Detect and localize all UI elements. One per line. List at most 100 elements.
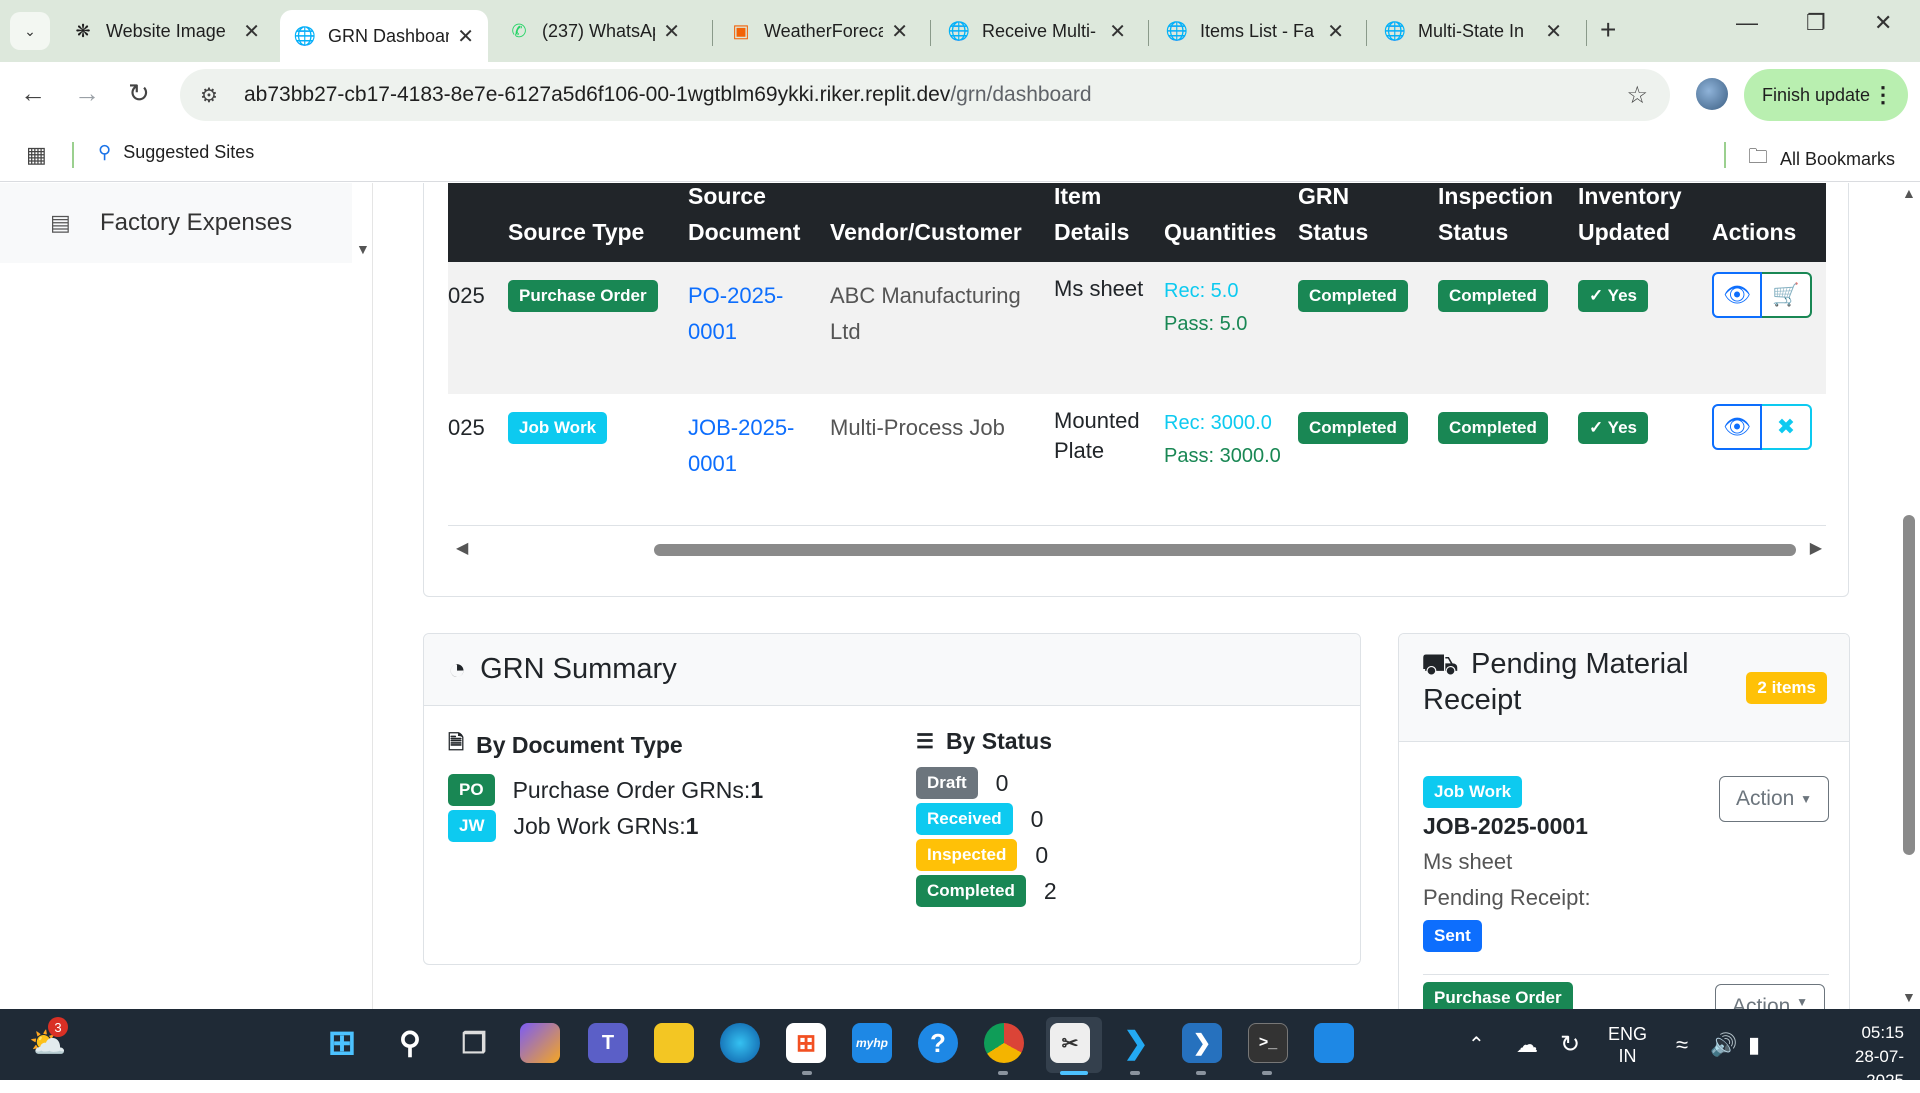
scrollbar-thumb[interactable] [1903,515,1915,855]
close-tab-icon[interactable]: ✕ [243,19,260,44]
tab-weather-forecast[interactable]: ▣ WeatherForecast ✕ [716,10,922,52]
myhp-icon[interactable]: myhp [852,1023,892,1063]
source-document-link[interactable]: PO-2025- 0001 [688,278,783,350]
terminal-icon[interactable]: >_ [1248,1023,1288,1063]
pending-type-badge: Job Work [1423,776,1523,808]
snipping-tool-icon[interactable]: ✂ [1050,1023,1090,1063]
scroll-left-arrow-icon[interactable]: ◀ [456,538,468,558]
restore-icon[interactable]: ❐ [1806,10,1826,36]
teams-icon[interactable]: T [588,1023,628,1063]
tab-website-image[interactable]: ❋ Website Image ✕ [58,10,274,52]
tab-title: Items List - Fa [1200,20,1315,41]
scroll-right-arrow-icon[interactable]: ▶ [1810,538,1822,558]
item-line: Mounted [1054,408,1140,433]
wifi-icon[interactable]: ≈ [1676,1009,1688,1080]
job-work-tools-button[interactable]: ✖ [1762,404,1812,450]
passed-qty: Pass: 3000.0 [1164,445,1281,467]
summary-row: Draft 0 [916,765,1057,801]
bookmark-star-icon[interactable]: ☆ [1626,81,1648,110]
card-title: GRN Summary [480,653,677,685]
tab-search-button[interactable]: ⌄ [10,12,50,50]
close-tab-icon[interactable]: ✕ [457,24,474,49]
file-explorer-icon[interactable] [654,1023,694,1063]
all-bookmarks-label: All Bookmarks [1780,148,1896,169]
close-tab-icon[interactable]: ✕ [1327,19,1344,44]
scroll-down-arrow-icon[interactable]: ▼ [356,241,370,257]
apps-grid-icon[interactable]: ▦ [26,142,47,168]
task-view-icon[interactable]: ❒ [454,1023,494,1063]
row-actions: 👁 🛒 [1712,272,1812,318]
page-vertical-scrollbar[interactable]: ▲ ▼ [1898,183,1920,1009]
sync-icon[interactable]: ↻ [1560,1009,1580,1080]
back-arrow-icon[interactable]: ← [20,78,46,109]
action-label: Action [1735,787,1795,810]
view-button[interactable]: 👁 [1712,404,1762,450]
windows-start-icon[interactable]: ⊞ [322,1023,362,1063]
status-badge: Draft [916,767,978,799]
forward-arrow-icon[interactable]: → [74,78,100,109]
bookmark-suggested-sites[interactable]: ⚲ Suggested Sites [98,142,254,163]
get-help-icon[interactable]: ? [918,1023,958,1063]
pending-item: Purchase Order [1423,982,1573,1009]
close-window-icon[interactable]: ✕ [1874,10,1892,36]
new-tab-icon[interactable]: + [1600,14,1616,46]
summary-row: JW Job Work GRNs: 1 [448,808,763,844]
language-indicator[interactable]: ENG IN [1608,1009,1647,1080]
edge-icon[interactable] [720,1023,760,1063]
globe-icon: 🌐 [1383,20,1407,41]
tab-receive-multi[interactable]: 🌐 Receive Multi- ✕ [934,10,1140,52]
show-hidden-icons[interactable]: ⌃ [1468,1009,1485,1080]
action-dropdown-button[interactable]: Action ▼ [1715,984,1825,1009]
tab-items-list[interactable]: 🌐 Items List - Fa ✕ [1152,10,1358,52]
finish-update-button[interactable]: Finish update ⋮ [1744,69,1908,121]
add-to-inventory-button[interactable]: 🛒 [1762,272,1812,318]
cell-date: 025 [448,415,485,440]
close-tab-icon[interactable]: ✕ [1545,19,1562,44]
chrome-icon[interactable] [984,1023,1024,1063]
profile-avatar[interactable] [1696,78,1728,110]
url-text[interactable]: ab73bb27-cb17-4183-8e7e-6127a5d6f106-00-… [244,83,1092,107]
tab-grn-dashboard[interactable]: 🌐 GRN Dashboard ✕ [280,10,488,62]
action-dropdown-button[interactable]: Action ▼ [1719,776,1829,822]
scroll-up-arrow-icon[interactable]: ▲ [1902,185,1916,201]
close-tab-icon[interactable]: ✕ [891,19,908,44]
th-line: GRN [1298,183,1350,209]
card-header: ⛟ Pending Material Receipt 2 items [1399,634,1849,742]
sidebar-item-factory-expenses[interactable]: ▤ Factory Expenses [0,183,352,263]
scroll-down-arrow-icon[interactable]: ▼ [1902,989,1916,1005]
clock[interactable]: 05:15 28-07-2025 [1824,1021,1904,1093]
summary-row: Received 0 [916,801,1057,837]
tab-whatsapp[interactable]: ✆ (237) WhatsApp ✕ [494,10,694,52]
scrollbar-thumb[interactable] [654,544,1796,556]
close-tab-icon[interactable]: ✕ [1109,19,1126,44]
item-line: Plate [1054,438,1105,463]
sidebar-scrollbar[interactable]: ▼ [352,183,372,263]
battery-icon[interactable]: ▮ [1748,1009,1760,1080]
source-type-badge: Job Work [508,412,608,444]
source-document-link[interactable]: JOB-2025- 0001 [688,410,794,482]
row-actions: 👁 ✖ [1712,404,1812,450]
copilot-icon[interactable] [520,1023,560,1063]
search-icon[interactable]: ⚲ [390,1023,430,1063]
view-button[interactable]: 👁 [1712,272,1762,318]
notepad-icon[interactable] [1314,1023,1354,1063]
reload-icon[interactable]: ↻ [128,78,150,109]
microsoft-store-icon[interactable]: ⊞ [786,1023,826,1063]
th-grn-status: GRN Status [1298,183,1368,250]
all-bookmarks-button[interactable]: 🗀 All Bookmarks [1748,142,1895,176]
source-type-badge: Purchase Order [508,280,658,312]
search-icon: ⚲ [98,142,112,162]
table-horizontal-scrollbar[interactable]: ◀ ▶ [448,536,1826,562]
address-bar[interactable]: ⚙ ab73bb27-cb17-4183-8e7e-6127a5d6f106-0… [180,69,1670,121]
running-indicator [802,1071,812,1075]
cloud-icon[interactable]: ☁ [1516,1009,1538,1080]
close-tab-icon[interactable]: ✕ [663,19,680,44]
vscode-icon[interactable]: ❯ [1116,1023,1156,1063]
minimize-icon[interactable]: — [1736,10,1758,36]
vendor-line: ABC Manufacturing [830,283,1021,308]
site-settings-icon[interactable]: ⚙ [200,83,230,108]
cart-icon: 🛒 [1772,282,1800,307]
volume-icon[interactable]: 🔊 [1710,1009,1737,1080]
tab-multi-state[interactable]: 🌐 Multi-State In ✕ [1370,10,1576,52]
powershell-icon[interactable]: ❯ [1182,1023,1222,1063]
